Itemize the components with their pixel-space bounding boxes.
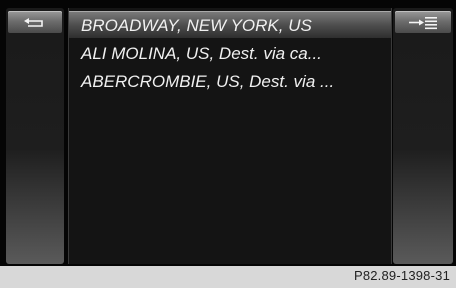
back-button[interactable] bbox=[8, 11, 62, 33]
list-menu-icon bbox=[409, 17, 437, 30]
figure-caption: P82.89-1398-31 bbox=[353, 268, 450, 283]
left-side-panel bbox=[6, 8, 64, 264]
list-item[interactable]: ALI MOLINA, US, Dest. via ca... bbox=[69, 40, 391, 67]
list-item-label: BROADWAY, NEW YORK, US bbox=[81, 16, 312, 35]
list-item-label: ABERCROMBIE, US, Dest. via ... bbox=[81, 72, 335, 91]
navigation-screen: BROADWAY, NEW YORK, US ALI MOLINA, US, D… bbox=[0, 0, 456, 266]
list-item-label: ALI MOLINA, US, Dest. via ca... bbox=[81, 44, 322, 63]
list-item[interactable]: BROADWAY, NEW YORK, US bbox=[69, 11, 391, 38]
destination-list: BROADWAY, NEW YORK, US ALI MOLINA, US, D… bbox=[68, 8, 392, 264]
right-side-panel bbox=[393, 8, 453, 264]
options-menu-button[interactable] bbox=[395, 11, 451, 33]
list-item[interactable]: ABERCROMBIE, US, Dest. via ... bbox=[69, 68, 391, 95]
back-arrow-icon bbox=[24, 18, 43, 27]
